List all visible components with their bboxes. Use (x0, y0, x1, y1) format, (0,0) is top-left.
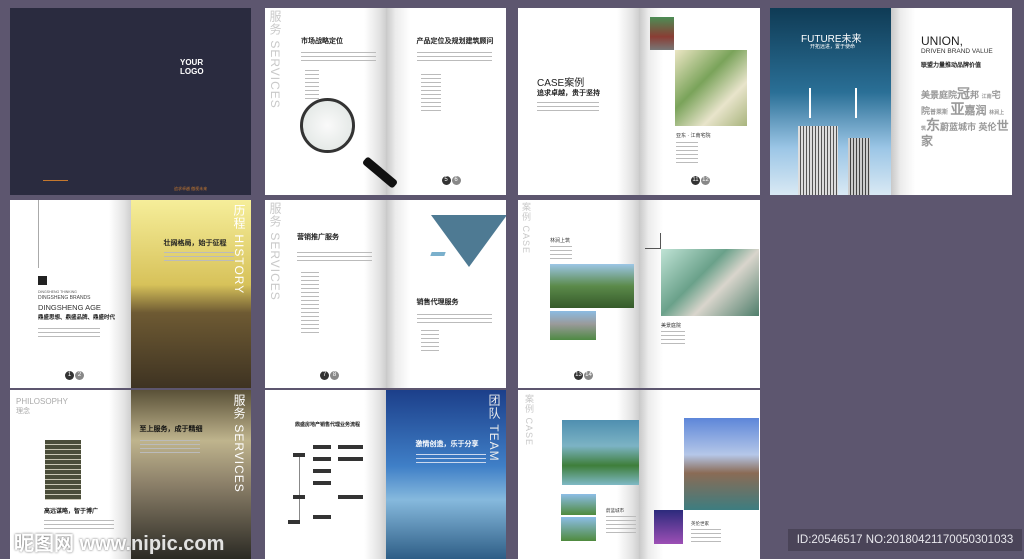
paper-plane-icon (429, 252, 446, 256)
text-block (537, 102, 599, 114)
right-page: 历程 HISTORY 壮阔格局，始于征程 (130, 200, 251, 388)
text-block (297, 252, 372, 264)
night-tower-photo (654, 510, 683, 544)
left-page: 案例 CASE 林涧上筑 13 14 (518, 200, 639, 388)
text-block (416, 314, 492, 326)
text-block (415, 454, 486, 466)
page-number: 78 (320, 371, 339, 380)
list-block (420, 74, 441, 114)
left-page: 服务 SERVICES 营销推广服务 78 (265, 200, 386, 388)
contact-lines (43, 180, 68, 186)
list-block (420, 330, 439, 354)
services-spread-1: 服务 SERVICES 市场战略定位 产品定位及规划建筑顾问 56 (265, 8, 506, 195)
left-page: 案例 CASE 蔚蓝城市 (518, 390, 639, 559)
word-cloud: 美景庭院冠邦 江南宅院普莱斯 亚嘉润 林涧上筑东蔚蓝城市 英伦世家 (921, 86, 1009, 148)
project-rendering (562, 420, 639, 485)
case-spread-2: 案例 CASE 林涧上筑 13 14 美景庭院 (518, 200, 760, 388)
text-block (691, 529, 721, 545)
case-spread-1: CASE案例 追求卓越，贵于坚持 亚东 · 江南宅院 11 12 (518, 8, 760, 195)
text-block (606, 516, 636, 536)
right-page: 亚东 · 江南宅院 11 12 (639, 8, 760, 195)
project-photo (561, 517, 596, 541)
page-number: 56 (441, 176, 461, 185)
right-page: 英伦世家 (639, 390, 760, 559)
text-block (163, 252, 234, 264)
right-page: 产品定位及规划建筑顾问 56 (385, 8, 506, 195)
text-block (38, 328, 100, 340)
project-photo (550, 311, 596, 340)
philosophy-spread: PHILOSOPHY 理念 高远谋略，智于博广 服务 SERVICES 至上服务… (10, 390, 251, 559)
bracket-frame (809, 88, 857, 118)
page-number: 11 12 (691, 176, 710, 185)
photo (650, 17, 674, 50)
magnifier-icon (300, 98, 355, 153)
list-block (305, 70, 319, 102)
team-spread: 鼎盛房地产销售代理业务流程 团队 TEAM 激情创造，乐于分享 (265, 390, 506, 559)
text-block (661, 331, 685, 347)
right-page: UNION, DRIVEN BRAND VALUE 联盟力量推动品牌价值 美景庭… (891, 8, 1012, 195)
left-page: FUTURE未来 开拓远进，置于使命 (770, 8, 891, 195)
flowchart (283, 445, 378, 525)
future-spread: FUTURE未来 开拓远进，置于使命 UNION, DRIVEN BRAND V… (770, 8, 1012, 195)
pyramid-image (430, 215, 506, 267)
services-spread-2: 服务 SERVICES 营销推广服务 78 销售代理服务 (265, 200, 506, 388)
site-plan-image (675, 50, 747, 126)
text-block (676, 142, 698, 166)
case-spread-3: 案例 CASE 蔚蓝城市 英伦世家 (518, 390, 760, 559)
cover-spread: YOUR LOGO 追求卓越 傲视未来 (10, 8, 251, 195)
cover-slogan: 追求卓越 傲视未来 (174, 186, 208, 191)
logo-text: YOUR LOGO (180, 58, 204, 76)
page-number: 12 (65, 371, 84, 380)
history-spread: DINGSHENG THINKING DINGSHENG BRANDS DING… (10, 200, 251, 388)
brand-mark-icon (38, 276, 47, 285)
text-block (301, 52, 376, 64)
divider (38, 200, 39, 268)
text-block (416, 52, 492, 64)
page-number: 13 14 (574, 371, 593, 380)
text-block (550, 246, 572, 262)
skyscraper-image (798, 126, 838, 195)
book-stack-image (45, 440, 81, 500)
watermark: 昵图网 www.nipic.com (14, 533, 225, 555)
text-block (139, 440, 200, 456)
right-page: 美景庭院 (639, 200, 760, 388)
skyscraper-image (848, 138, 870, 195)
left-page: DINGSHENG THINKING DINGSHENG BRANDS DING… (10, 200, 131, 388)
left-page: CASE案例 追求卓越，贵于坚持 (518, 8, 639, 195)
project-photo (550, 264, 634, 308)
arrow-icon (645, 233, 661, 249)
tower-photo (684, 418, 759, 510)
list-block (301, 272, 319, 336)
left-page: 鼎盛房地产销售代理业务流程 (265, 390, 386, 559)
image-id-badge: ID:20546517 NO:20180421170050301033 (788, 529, 1022, 551)
project-rendering (661, 249, 759, 316)
right-page: 销售代理服务 (385, 200, 506, 388)
project-photo (561, 494, 596, 515)
right-page: 团队 TEAM 激情创造，乐于分享 (385, 390, 506, 559)
